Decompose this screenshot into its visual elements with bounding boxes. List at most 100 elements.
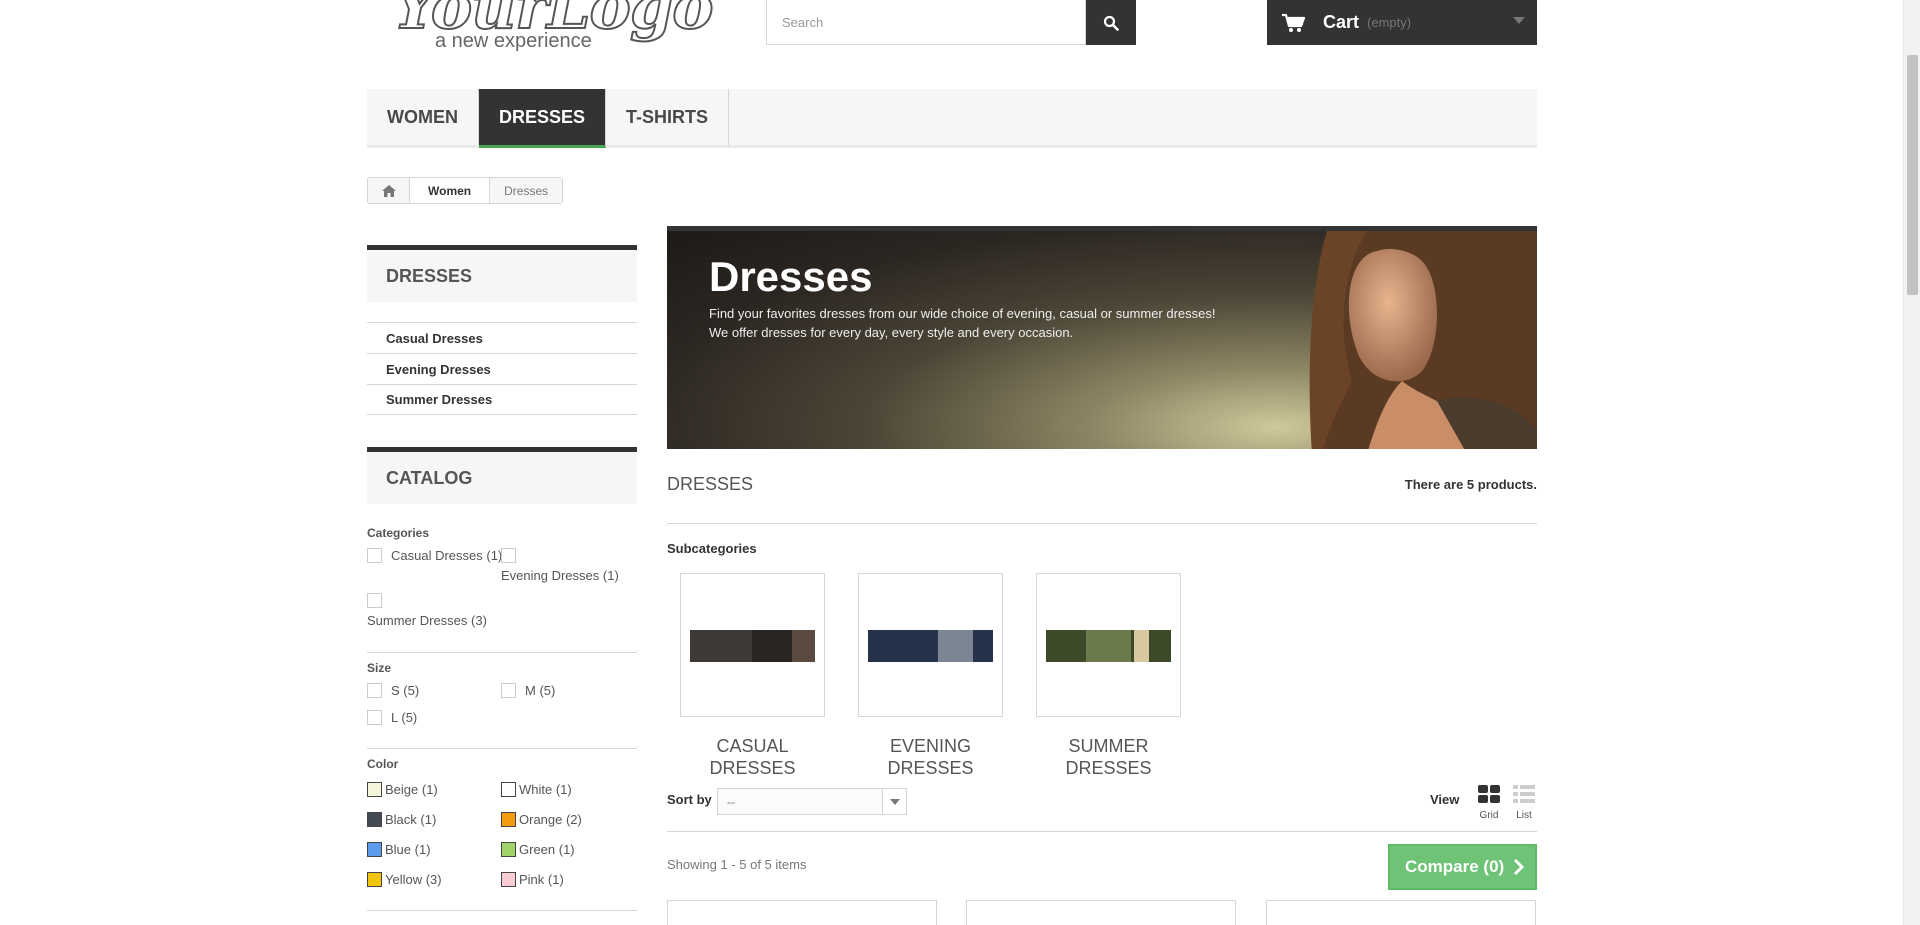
filter-label: L (5) bbox=[391, 710, 418, 725]
filter-color-blue[interactable]: Blue (1) bbox=[367, 842, 431, 857]
grid-icon bbox=[1478, 785, 1500, 803]
banner-description-line-2: We offer dresses for every day, every st… bbox=[709, 325, 1074, 340]
filter-color-yellow[interactable]: Yellow (3) bbox=[367, 872, 442, 887]
filter-color-white[interactable]: White (1) bbox=[501, 782, 572, 797]
subcategory-name-evening[interactable]: EVENING DRESSES bbox=[858, 735, 1003, 779]
breadcrumb-women[interactable]: Women bbox=[410, 178, 491, 203]
chevron-down-icon bbox=[882, 789, 906, 814]
color-swatch[interactable] bbox=[501, 812, 516, 827]
cart-status: (empty) bbox=[1367, 15, 1412, 30]
cart-label: Cart bbox=[1323, 12, 1360, 32]
catalog-block-title: CATALOG bbox=[367, 447, 637, 504]
category-block-title[interactable]: DRESSES bbox=[367, 245, 637, 302]
banner-description-line-1: Find your favorites dresses from our wid… bbox=[709, 306, 1216, 321]
checkbox[interactable] bbox=[501, 683, 516, 698]
filter-label: Casual Dresses (1) bbox=[391, 548, 503, 563]
filter-color-pink[interactable]: Pink (1) bbox=[501, 872, 564, 887]
checkbox[interactable] bbox=[501, 548, 516, 563]
shopping-cart-icon bbox=[1282, 13, 1306, 32]
divider bbox=[367, 652, 637, 653]
filter-size-title: Size bbox=[367, 661, 392, 675]
product-card[interactable] bbox=[966, 900, 1236, 925]
list-icon bbox=[1513, 785, 1535, 803]
showing-items-text: Showing 1 - 5 of 5 items bbox=[667, 857, 807, 872]
breadcrumb-home[interactable] bbox=[368, 178, 410, 203]
checkbox[interactable] bbox=[367, 548, 382, 563]
filter-label: Yellow (3) bbox=[385, 872, 442, 887]
color-swatch[interactable] bbox=[501, 872, 516, 887]
filter-category-summer-checkbox[interactable] bbox=[367, 593, 391, 608]
filter-label: Evening Dresses (1) bbox=[501, 568, 619, 583]
search-input[interactable] bbox=[766, 0, 1086, 45]
subcategory-name-summer[interactable]: SUMMER DRESSES bbox=[1036, 735, 1181, 779]
divider bbox=[367, 910, 637, 911]
subcategory-image bbox=[690, 630, 815, 662]
view-grid-label: Grid bbox=[1479, 810, 1499, 821]
product-card[interactable] bbox=[1266, 900, 1536, 925]
chevron-down-icon bbox=[1513, 17, 1525, 24]
filter-label: Beige (1) bbox=[385, 782, 438, 797]
filter-label: Blue (1) bbox=[385, 842, 431, 857]
cart-button[interactable]: Cart (empty) bbox=[1267, 0, 1537, 45]
filter-category-casual[interactable]: Casual Dresses (1) bbox=[367, 548, 502, 563]
banner-title: Dresses bbox=[709, 253, 873, 300]
menu-item-tshirts[interactable]: T-shirts bbox=[606, 89, 730, 145]
filter-categories-title: Categories bbox=[367, 526, 430, 540]
menu-item-dresses[interactable]: Dresses bbox=[479, 89, 607, 148]
color-swatch[interactable] bbox=[367, 842, 382, 857]
main-menu: Women Dresses T-shirts bbox=[367, 89, 1537, 148]
view-grid-button[interactable]: Grid bbox=[1475, 784, 1503, 821]
view-label: View bbox=[1430, 792, 1460, 807]
filter-label: Black (1) bbox=[385, 812, 437, 827]
filter-label: S (5) bbox=[391, 683, 420, 698]
search-button[interactable] bbox=[1086, 0, 1136, 45]
filter-category-evening[interactable]: Evening Dresses (1) bbox=[501, 568, 619, 583]
menu-item-women[interactable]: Women bbox=[367, 89, 479, 145]
filter-size-s[interactable]: S (5) bbox=[367, 683, 419, 698]
subcategory-card-casual[interactable] bbox=[680, 573, 825, 717]
filter-label: White (1) bbox=[519, 782, 572, 797]
color-swatch[interactable] bbox=[367, 812, 382, 827]
subcategory-name-casual[interactable]: CASUAL DRESSES bbox=[680, 735, 825, 779]
filter-label: Orange (2) bbox=[519, 812, 582, 827]
filter-color-orange[interactable]: Orange (2) bbox=[501, 812, 582, 827]
subcategory-image bbox=[1046, 630, 1171, 662]
sort-by-select[interactable]: -- bbox=[717, 788, 907, 815]
filter-color-beige[interactable]: Beige (1) bbox=[367, 782, 438, 797]
category-casual-dresses[interactable]: Casual Dresses bbox=[367, 322, 637, 353]
subcategory-card-evening[interactable] bbox=[858, 573, 1003, 717]
color-swatch[interactable] bbox=[501, 782, 516, 797]
site-logo[interactable]: YourLogo a new experience bbox=[392, 0, 715, 55]
filter-color-green[interactable]: Green (1) bbox=[501, 842, 575, 857]
checkbox[interactable] bbox=[367, 593, 382, 608]
filter-size-l[interactable]: L (5) bbox=[367, 710, 417, 725]
color-swatch[interactable] bbox=[367, 782, 382, 797]
filter-category-summer[interactable]: Summer Dresses (3) bbox=[367, 613, 487, 628]
breadcrumb: Women Dresses bbox=[367, 177, 564, 204]
category-evening-dresses[interactable]: Evening Dresses bbox=[367, 353, 637, 384]
product-card[interactable] bbox=[667, 900, 937, 925]
subcategory-card-summer[interactable] bbox=[1036, 573, 1181, 717]
checkbox[interactable] bbox=[367, 710, 382, 725]
page-scrollbar[interactable] bbox=[1903, 0, 1920, 925]
scrollbar-thumb[interactable] bbox=[1907, 55, 1918, 295]
product-count: There are 5 products. bbox=[1404, 477, 1537, 492]
compare-button[interactable]: Compare (0) bbox=[1388, 844, 1537, 890]
category-list: Casual Dresses Evening Dresses Summer Dr… bbox=[367, 322, 637, 415]
filter-category-evening-checkbox[interactable] bbox=[501, 548, 525, 563]
filter-color-title: Color bbox=[367, 757, 399, 771]
view-list-button[interactable]: List bbox=[1510, 784, 1538, 821]
divider bbox=[367, 748, 637, 749]
sort-by-label: Sort by bbox=[667, 792, 712, 807]
subcategories-title: Subcategories bbox=[667, 541, 757, 556]
color-swatch[interactable] bbox=[501, 842, 516, 857]
category-summer-dresses[interactable]: Summer Dresses bbox=[367, 384, 637, 415]
color-swatch[interactable] bbox=[367, 872, 382, 887]
checkbox[interactable] bbox=[367, 683, 382, 698]
filter-color-black[interactable]: Black (1) bbox=[367, 812, 436, 827]
filter-label: Pink (1) bbox=[519, 872, 564, 887]
banner-model-image bbox=[1309, 231, 1537, 449]
filter-size-m[interactable]: M (5) bbox=[501, 683, 555, 698]
filter-label: Summer Dresses (3) bbox=[367, 613, 487, 628]
filter-label: M (5) bbox=[525, 683, 556, 698]
